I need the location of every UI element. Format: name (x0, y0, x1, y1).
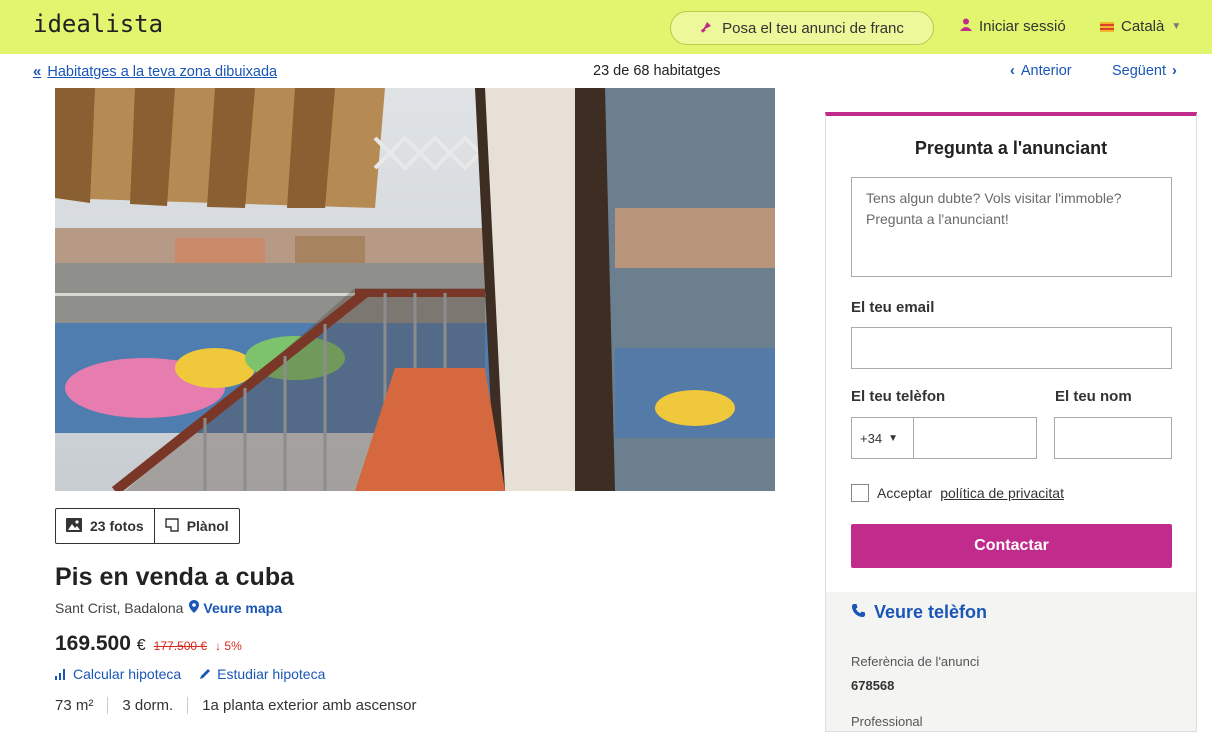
listing-navigation: « Habitatges a la teva zona dibuixada 23… (0, 54, 1212, 90)
chevron-down-icon: ▼ (1171, 21, 1182, 32)
reference-value: 678568 (851, 678, 895, 693)
country-code-select[interactable]: +34 ▼ (851, 417, 913, 459)
previous-label: Anterior (1020, 63, 1072, 79)
floor-plan-icon (164, 517, 179, 535)
privacy-consent: Acceptar política de privacitat (851, 484, 1064, 502)
user-icon (960, 18, 972, 35)
country-code-value: +34 (860, 430, 883, 446)
map-pin-icon (189, 600, 200, 616)
floor-plan-label: Plànol (186, 518, 229, 534)
show-phone-link[interactable]: Veure telèfon (851, 602, 987, 623)
main-listing-photo[interactable] (55, 88, 775, 491)
email-label: El teu email (851, 299, 935, 316)
current-price: 169.500 € (55, 632, 146, 656)
chevron-right-icon: › (1172, 63, 1177, 79)
show-phone-label: Veure telèfon (874, 602, 988, 622)
balcony-photo-illustration (55, 88, 775, 491)
image-icon (66, 517, 82, 535)
listing-location: Sant Crist, Badalona Veure mapa (55, 600, 282, 616)
catalan-flag-icon (1100, 21, 1114, 32)
price-amount: 169.500 (55, 632, 131, 655)
message-textarea[interactable]: Tens algun dubte? Vols visitar l'immoble… (851, 177, 1172, 277)
contact-heading: Pregunta a l'anunciant (914, 138, 1108, 158)
mortgage-links: Calcular hipoteca Estudiar hipoteca (55, 666, 325, 682)
chevron-left-icon: ‹ (1010, 63, 1015, 79)
privacy-policy-link[interactable]: política de privacitat (940, 485, 1064, 501)
view-map-label: Veure mapa (203, 600, 283, 616)
publish-ad-label: Posa el teu anunci de franc (722, 19, 904, 37)
chevron-down-icon: ▼ (888, 432, 898, 444)
back-to-search-label: Habitatges a la teva zona dibuixada (47, 63, 278, 80)
study-mortgage-link[interactable]: Estudiar hipoteca (199, 666, 325, 682)
back-to-search-link[interactable]: « Habitatges a la teva zona dibuixada (33, 63, 277, 80)
idealista-logo[interactable]: idealista (33, 10, 163, 38)
listing-title: Pis en venda a cuba (55, 563, 294, 591)
language-selector[interactable]: Català ▼ (1100, 18, 1181, 35)
email-field[interactable] (851, 327, 1172, 369)
name-label: El teu nom (1055, 388, 1132, 405)
photos-tab[interactable]: 23 fotos (56, 509, 154, 543)
login-label: Iniciar sessió (979, 18, 1066, 35)
feature-area: 73 m² (55, 697, 94, 714)
calculate-mortgage-link[interactable]: Calcular hipoteca (55, 666, 181, 682)
media-tabs: 23 fotos Plànol (55, 508, 240, 544)
location-text: Sant Crist, Badalona (55, 600, 184, 616)
view-map-link[interactable]: Veure mapa (189, 600, 282, 616)
listing-features: 73 m² 3 dorm. 1a planta exterior amb asc… (55, 697, 431, 714)
photos-count: 23 fotos (90, 518, 144, 534)
next-listing-link[interactable]: Següent › (1112, 63, 1177, 79)
publish-ad-button[interactable]: Posa el teu anunci de franc (670, 11, 934, 45)
privacy-checkbox[interactable] (851, 484, 869, 502)
previous-listing-link[interactable]: ‹ Anterior (1010, 63, 1072, 79)
name-field[interactable] (1054, 417, 1172, 459)
contact-panel: Pregunta a l'anunciant Tens algun dubte?… (825, 112, 1197, 732)
price-drop-badge: ↓ 5% (215, 639, 242, 653)
feature-floor: 1a planta exterior amb ascensor (187, 697, 430, 714)
pencil-icon (199, 668, 211, 680)
price-drop-value: 5% (224, 639, 242, 653)
reference-label: Referència de l'anunci (851, 654, 980, 669)
login-link[interactable]: Iniciar sessió (960, 18, 1066, 35)
study-mortgage-label: Estudiar hipoteca (217, 666, 326, 682)
double-chevron-left-icon: « (33, 63, 42, 80)
pin-icon (700, 19, 714, 37)
top-bar: idealista Posa el teu anunci de franc In… (0, 0, 1212, 54)
phone-icon (851, 602, 866, 623)
language-label: Català (1121, 18, 1165, 35)
phone-label: El teu telèfon (851, 388, 946, 405)
feature-bedrooms: 3 dorm. (107, 697, 187, 714)
price-row: 169.500 € 177.500 € ↓ 5% (55, 632, 242, 656)
contact-button[interactable]: Contactar (851, 524, 1172, 568)
result-counter: 23 de 68 habitatges (593, 63, 721, 79)
contact-form: Pregunta a l'anunciant Tens algun dubte?… (826, 116, 1196, 592)
next-label: Següent (1112, 63, 1167, 79)
privacy-prefix: Acceptar (877, 485, 933, 501)
floor-plan-tab[interactable]: Plànol (153, 509, 239, 543)
currency-symbol: € (136, 637, 146, 654)
phone-field[interactable] (913, 417, 1037, 459)
previous-price: 177.500 € (153, 639, 208, 653)
bar-chart-icon (55, 668, 67, 680)
calculate-mortgage-label: Calcular hipoteca (73, 666, 182, 682)
